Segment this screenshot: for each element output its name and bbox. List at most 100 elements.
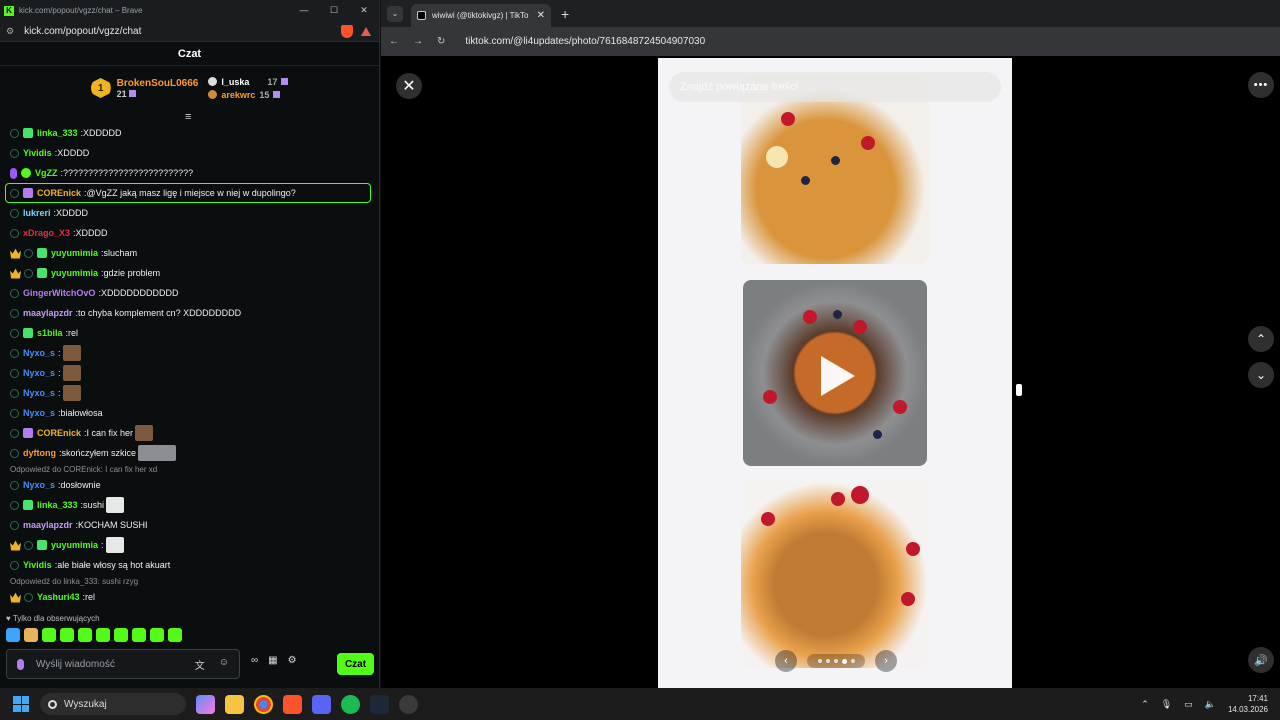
- settings-gear-icon[interactable]: ⚙: [288, 655, 297, 666]
- tab-search-chevron-icon[interactable]: ⌄: [387, 5, 403, 22]
- third-gifter-name[interactable]: arekwrc: [221, 90, 255, 100]
- chat-username[interactable]: yuyumimia: [51, 540, 98, 550]
- chat-message-list[interactable]: linka_333: XDDDDD Yividis: XDDDD VgZZ: ???…: [0, 123, 376, 611]
- related-search-input[interactable]: Znajdź powiązane treści: [669, 72, 1001, 102]
- emote-icon[interactable]: [114, 628, 128, 642]
- chat-username[interactable]: GingerWitchOvO: [23, 288, 95, 298]
- close-viewer-button[interactable]: ✕: [396, 73, 422, 99]
- chat-message[interactable]: Nyxo_s: białowłosa: [0, 403, 376, 423]
- emote-icon[interactable]: [96, 628, 110, 642]
- translate-icon[interactable]: 文: [195, 657, 205, 672]
- chat-filter-icon[interactable]: ≡: [185, 111, 191, 123]
- chat-username[interactable]: Nyxo_s: [23, 368, 55, 378]
- chat-message[interactable]: yuyumimia:: [0, 535, 376, 555]
- volume-icon[interactable]: 🔈: [1205, 699, 1216, 710]
- chat-message[interactable]: GingerWitchOvO: XDDDDDDDDDDD: [0, 283, 376, 303]
- chat-message[interactable]: xDrago_X3: XDDDD: [0, 223, 376, 243]
- chat-username[interactable]: s1bila: [37, 328, 63, 338]
- photo-carousel[interactable]: Znajdź powiązane treści ‹ ›: [658, 58, 1012, 688]
- chat-message[interactable]: Yashuri43: rel: [0, 587, 376, 607]
- reply-context[interactable]: Odpowiedź do COREnick: I can fix her xd: [0, 463, 376, 475]
- chat-message[interactable]: maaylapzdr: KOCHAM SUSHI: [0, 515, 376, 535]
- volume-icon[interactable]: 🔊: [1248, 647, 1274, 673]
- more-options-icon[interactable]: •••: [1248, 72, 1274, 98]
- chat-username[interactable]: linka_333: [37, 500, 78, 510]
- chat-message[interactable]: s1bila: rel: [0, 323, 376, 343]
- obs-icon[interactable]: [399, 694, 418, 714]
- tab-tiktok[interactable]: wiwiwi (@tiktokivgz) | TikTo ✕: [411, 4, 551, 27]
- slide-dot[interactable]: [841, 658, 847, 664]
- slide-dot[interactable]: [825, 659, 830, 663]
- brave-rewards-icon[interactable]: [361, 26, 371, 36]
- discord-icon[interactable]: [312, 694, 331, 714]
- microphone-icon[interactable]: [17, 658, 24, 670]
- chrome-icon[interactable]: [254, 694, 273, 714]
- chat-send-button[interactable]: Czat: [337, 653, 374, 675]
- previous-slide-icon[interactable]: ‹: [775, 650, 797, 672]
- address-bar[interactable]: ⚙ kick.com/popout/vgzz/chat: [0, 21, 379, 42]
- emote-icon[interactable]: [150, 628, 164, 642]
- next-video-icon[interactable]: ⌄: [1248, 362, 1274, 388]
- slide-dot[interactable]: [850, 659, 855, 663]
- emote-icon[interactable]: [24, 628, 38, 642]
- emote-icon[interactable]: [6, 628, 20, 642]
- chat-input[interactable]: Wyślij wiadomość 文 ☺: [6, 649, 240, 679]
- chat-username[interactable]: dyftong: [23, 448, 56, 458]
- chat-username[interactable]: xDrago_X3: [23, 228, 70, 238]
- address-bar[interactable]: ← → ↻ tiktok.com/@li4updates/photo/76168…: [381, 27, 1280, 56]
- next-slide-icon[interactable]: ›: [875, 650, 897, 672]
- chat-username[interactable]: lukreri: [23, 208, 51, 218]
- minimize-icon[interactable]: —: [289, 5, 319, 16]
- reply-context[interactable]: Odpowiedź do linka_333: sushi rzyg: [0, 575, 376, 587]
- chat-message[interactable]: yuyumimia: slucham: [0, 243, 376, 263]
- chat-message[interactable]: COREnick: @VgZZ jaką masz ligę i miejsce…: [0, 183, 376, 203]
- store-icon[interactable]: ▦: [268, 655, 277, 666]
- chat-username[interactable]: yuyumimia: [51, 248, 98, 258]
- chat-message[interactable]: Nyxo_s: dosłownie: [0, 475, 376, 495]
- emoji-icon[interactable]: ☺: [219, 657, 229, 672]
- chat-username[interactable]: yuyumimia: [51, 268, 98, 278]
- top-gifter-name[interactable]: BrokenSouL0666: [117, 78, 199, 89]
- close-icon[interactable]: ✕: [349, 5, 379, 16]
- infinity-icon[interactable]: ∞: [251, 655, 258, 666]
- microphone-icon[interactable]: 🎙: [1161, 699, 1172, 710]
- tab-close-icon[interactable]: ✕: [537, 10, 545, 21]
- chat-username[interactable]: Yashuri43: [37, 592, 80, 602]
- file-explorer-icon[interactable]: [225, 694, 244, 714]
- maximize-icon[interactable]: ☐: [319, 5, 349, 16]
- chat-message[interactable]: linka_333: XDDDDD: [0, 123, 376, 143]
- tray-chevron-icon[interactable]: ⌃: [1141, 699, 1149, 710]
- chat-username[interactable]: Nyxo_s: [23, 408, 55, 418]
- emote-icon[interactable]: [132, 628, 146, 642]
- chat-message[interactable]: Nyxo_s:: [0, 343, 376, 363]
- slide-dot[interactable]: [817, 659, 822, 663]
- brave-icon[interactable]: [283, 694, 302, 714]
- chat-username[interactable]: linka_333: [37, 128, 78, 138]
- chat-message[interactable]: yuyumimia: gdzie problem: [0, 263, 376, 283]
- emote-icon[interactable]: [78, 628, 92, 642]
- chat-message[interactable]: Nyxo_s:: [0, 383, 376, 403]
- chat-username[interactable]: COREnick: [37, 188, 81, 198]
- back-arrow-icon[interactable]: ←: [389, 36, 399, 47]
- chat-message[interactable]: VgZZ: ??????????????????????????: [0, 163, 376, 183]
- forward-arrow-icon[interactable]: →: [413, 36, 423, 47]
- chat-username[interactable]: maaylapzdr: [23, 308, 73, 318]
- chat-message[interactable]: lukreri: XDDDD: [0, 203, 376, 223]
- chat-username[interactable]: maaylapzdr: [23, 520, 73, 530]
- chat-message[interactable]: Yividis: ale białe włosy są hot akuart: [0, 555, 376, 575]
- new-tab-icon[interactable]: +: [561, 6, 569, 22]
- chat-message[interactable]: maaylapzdr: to chyba komplement cn? XDDD…: [0, 303, 376, 323]
- emote-icon[interactable]: [42, 628, 56, 642]
- previous-video-icon[interactable]: ⌃: [1248, 326, 1274, 352]
- spotify-icon[interactable]: [341, 694, 360, 714]
- site-settings-icon[interactable]: ⚙: [6, 26, 14, 37]
- chat-message[interactable]: Nyxo_s:: [0, 363, 376, 383]
- network-icon[interactable]: ▭: [1184, 699, 1193, 710]
- chat-username[interactable]: Nyxo_s: [23, 348, 55, 358]
- reload-icon[interactable]: ↻: [437, 36, 445, 47]
- clock[interactable]: 17:41 14.03.2026: [1228, 693, 1268, 715]
- chat-username[interactable]: VgZZ: [35, 168, 58, 178]
- slide-dot[interactable]: [833, 659, 838, 663]
- copilot-icon[interactable]: [196, 694, 215, 714]
- chat-username[interactable]: COREnick: [37, 428, 81, 438]
